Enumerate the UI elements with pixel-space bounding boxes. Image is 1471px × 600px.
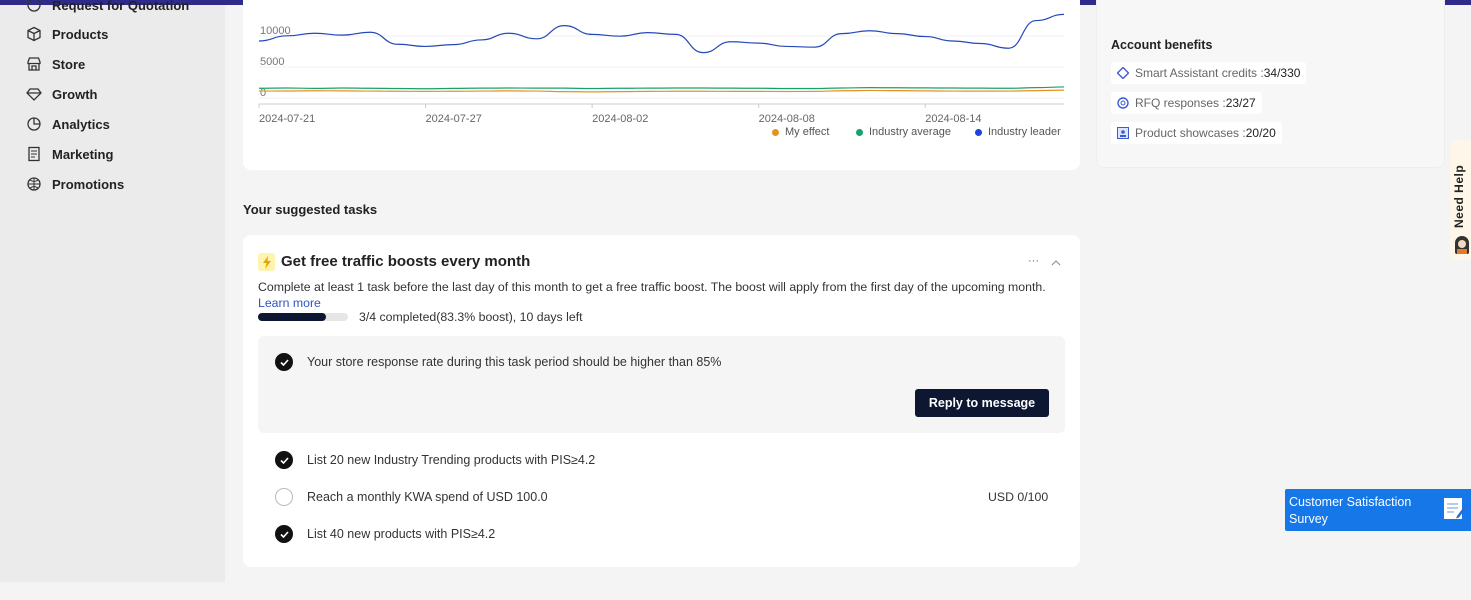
legend-my-effect[interactable]: My effect [772, 126, 829, 138]
task-card-title: Get free traffic boosts every month [281, 253, 531, 270]
benefit-label: Smart Assistant credits : [1135, 66, 1264, 80]
globe-icon [27, 177, 41, 191]
progress-bar [258, 313, 348, 321]
x-tick-label: 2024-08-14 [925, 113, 981, 125]
task-item: List 40 new products with PIS≥4.2 [275, 525, 495, 543]
sidebar-item-store[interactable]: Store [26, 56, 85, 72]
y-tick-label: 10000 [260, 25, 291, 37]
line-chart: 05000100002024-07-21 2024-07-27 2024-08-02… [258, 13, 1065, 125]
description-text: Complete at least 1 task before the last… [258, 280, 1046, 294]
y-tick-label: 5000 [260, 56, 284, 68]
sidebar-item-label: Store [52, 56, 86, 72]
benefit-value: 20/20 [1245, 126, 1276, 140]
suggested-tasks-title: Your suggested tasks [243, 202, 378, 217]
collapse-chevron-icon[interactable] [1051, 260, 1061, 266]
series-line-my-effect [258, 89, 1065, 93]
sidebar-item-label: Request for Quotation [52, 0, 190, 13]
legend-label: Industry average [869, 126, 951, 138]
sidebar-item-promotions[interactable]: Promotions [26, 176, 124, 192]
task-item: List 20 new Industry Trending products w… [275, 451, 595, 469]
lightning-icon [258, 253, 275, 271]
task-status: USD 0/100 [988, 490, 1049, 504]
progress-fill [258, 313, 326, 321]
empty-circle-icon [275, 488, 293, 506]
x-tick-label: 2024-08-02 [592, 113, 648, 125]
x-tick-label: 2024-08-08 [759, 113, 815, 125]
rfq-icon [27, 0, 41, 12]
legend-label: Industry leader [988, 126, 1061, 138]
store-icon [27, 57, 41, 71]
need-help-label: Need Help [1452, 164, 1466, 228]
sidebar: Request for Quotation Products Store Gro… [0, 0, 225, 582]
check-icon [275, 353, 293, 371]
performance-chart-card: 0 5000 10000 2024-07-21 2024-07-27 2024-08-02… [243, 0, 1080, 170]
x-tick-label: 2024-07-27 [426, 113, 482, 125]
task-item: Your store response rate during this tas… [275, 353, 721, 371]
need-help-tab[interactable]: Need Help [1450, 140, 1471, 260]
x-tick-label: 2024-07-21 [259, 113, 315, 125]
reply-to-message-button[interactable]: Reply to message [915, 389, 1049, 417]
sidebar-item-growth[interactable]: Growth [26, 86, 98, 102]
task-text: Your store response rate during this tas… [307, 355, 722, 369]
sidebar-item-marketing[interactable]: Marketing [26, 146, 113, 162]
benefit-rfq-responses: RFQ responses : 23/27 [1111, 92, 1262, 114]
more-options-button[interactable]: ··· [1028, 255, 1039, 267]
task-text: List 20 new Industry Trending products w… [307, 453, 596, 467]
highlighted-task: Your store response rate during this tas… [258, 336, 1065, 433]
legend-industry-leader[interactable]: Industry leader [975, 126, 1061, 138]
customer-satisfaction-survey-button[interactable]: Customer Satisfaction Survey [1285, 489, 1471, 531]
agent-avatar-icon [1455, 236, 1469, 254]
account-benefits-card: Account benefits Smart Assistant credits… [1096, 0, 1445, 168]
benefit-label: Product showcases : [1135, 126, 1246, 140]
progress-text: 3/4 completed(83.3% boost), 10 days left [359, 310, 583, 324]
sidebar-item-label: Promotions [52, 176, 125, 192]
learn-more-link[interactable]: Learn more [258, 296, 321, 310]
check-icon [275, 525, 293, 543]
rfq-response-icon [1117, 97, 1129, 109]
task-description: Complete at least 1 task before the last… [258, 279, 1068, 311]
survey-edit-icon [1444, 498, 1468, 519]
pie-chart-icon [27, 117, 41, 131]
task-card: Get free traffic boosts every month ··· … [243, 235, 1080, 567]
ad-icon [28, 146, 40, 162]
sparkle-icon [1117, 67, 1129, 79]
sidebar-item-analytics[interactable]: Analytics [26, 116, 110, 132]
benefit-label: RFQ responses : [1135, 96, 1226, 110]
sidebar-item-label: Analytics [52, 116, 110, 132]
sidebar-item-products[interactable]: Products [26, 26, 108, 42]
benefit-product-showcases: Product showcases : 20/20 [1111, 122, 1282, 144]
sidebar-item-rfq[interactable]: Request for Quotation [26, 0, 189, 13]
diamond-icon [26, 88, 42, 101]
legend-industry-average[interactable]: Industry average [856, 126, 951, 138]
legend-label: My effect [785, 126, 830, 138]
benefit-value: 23/27 [1225, 96, 1256, 110]
sidebar-item-label: Growth [52, 86, 98, 102]
task-item: Reach a monthly KWA spend of USD 100.0 [275, 488, 548, 506]
sidebar-item-label: Marketing [52, 146, 114, 162]
showcase-icon [1117, 127, 1129, 139]
task-text: Reach a monthly KWA spend of USD 100.0 [307, 490, 548, 504]
task-text: List 40 new products with PIS≥4.2 [307, 527, 496, 541]
series-line-industry-leader [258, 13, 1065, 54]
survey-label: Customer Satisfaction Survey [1289, 495, 1412, 526]
check-icon [275, 451, 293, 469]
benefit-value: 34/330 [1263, 66, 1301, 80]
series-line-industry-average [258, 86, 1065, 90]
benefit-smart-assistant: Smart Assistant credits : 34/330 [1111, 62, 1307, 84]
benefits-title: Account benefits [1111, 38, 1213, 52]
sidebar-item-label: Products [52, 26, 109, 42]
box-icon [27, 26, 41, 42]
